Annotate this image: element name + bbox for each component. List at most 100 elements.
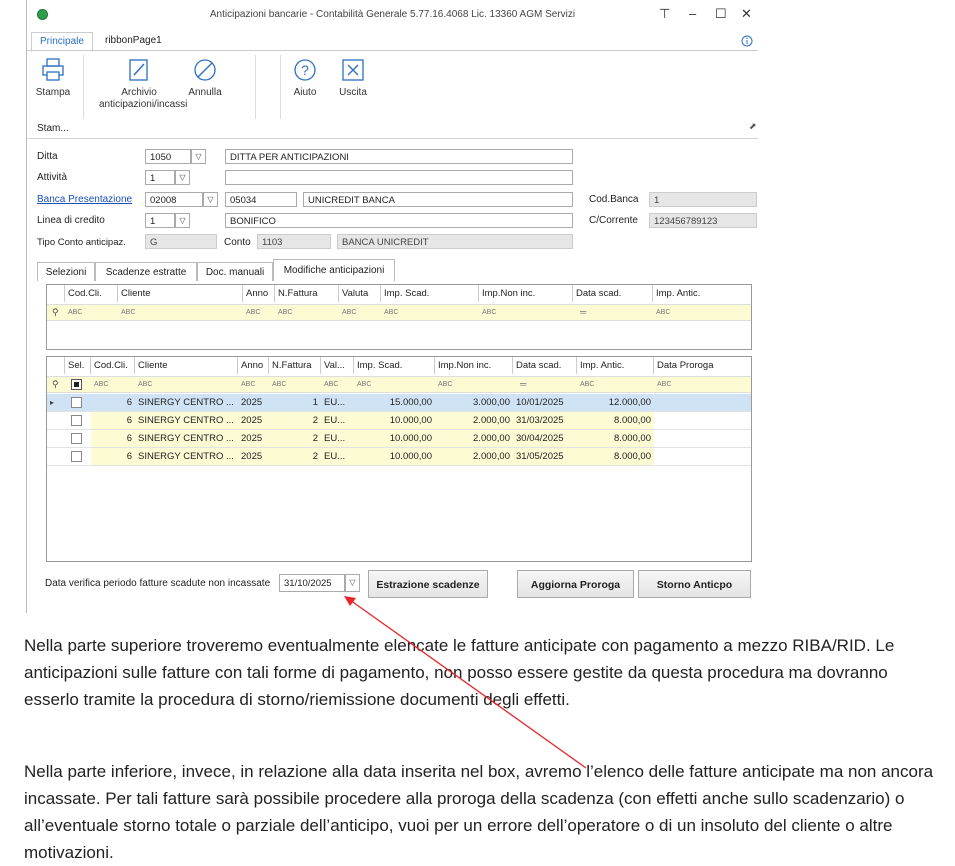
- filter-cell[interactable]: ABC: [653, 305, 670, 320]
- col-data-proroga[interactable]: Data Proroga: [654, 357, 751, 374]
- cell-cliente[interactable]: SINERGY CENTRO ...: [135, 412, 238, 429]
- annulla-button[interactable]: Annulla: [185, 57, 225, 98]
- filter-cell[interactable]: ABC: [243, 305, 260, 320]
- cell-val[interactable]: EU...: [321, 430, 354, 447]
- cell-anno[interactable]: 2025: [238, 394, 269, 411]
- filter-cell[interactable]: ABC: [135, 377, 152, 392]
- row-select-checkbox[interactable]: [71, 451, 82, 462]
- cell-nfatt[interactable]: 1: [269, 394, 321, 411]
- filter-cell[interactable]: ABC: [269, 377, 286, 392]
- cell-antic[interactable]: 8.000,00: [577, 412, 654, 429]
- restore-layout-icon[interactable]: ⊤: [659, 6, 670, 22]
- cell-proroga[interactable]: [654, 430, 751, 447]
- filter-cell[interactable]: ABC: [238, 377, 255, 392]
- cell-proroga[interactable]: [654, 394, 751, 411]
- cell-proroga[interactable]: [654, 412, 751, 429]
- col-anno[interactable]: Anno: [238, 357, 269, 374]
- cell-data[interactable]: 10/01/2025: [513, 394, 577, 411]
- ribbon-tab-ribbonpage1[interactable]: ribbonPage1: [97, 32, 170, 50]
- col-valuta[interactable]: Valuta: [339, 285, 381, 302]
- storno-anticipo-button[interactable]: Storno Anticpo: [638, 570, 751, 598]
- filter-cell[interactable]: ABC: [275, 305, 292, 320]
- row-select-checkbox[interactable]: [71, 397, 82, 408]
- col-sel[interactable]: Sel.: [65, 357, 91, 374]
- attivita-desc-input[interactable]: [225, 170, 573, 185]
- ribbon-tab-principale[interactable]: Principale: [31, 32, 93, 52]
- attivita-dropdown-icon[interactable]: ▽: [175, 170, 190, 185]
- filter-cell[interactable]: ABC: [435, 377, 452, 392]
- data-verifica-input[interactable]: 31/10/2025: [279, 574, 345, 592]
- aggiorna-proroga-button[interactable]: Aggiorna Proroga: [517, 570, 634, 598]
- aiuto-button[interactable]: ? Aiuto: [285, 57, 325, 98]
- col-imp-scad[interactable]: Imp. Scad.: [381, 285, 479, 302]
- estrazione-scadenze-button[interactable]: Estrazione scadenze: [368, 570, 488, 598]
- col-imp-non-inc[interactable]: Imp.Non inc.: [435, 357, 513, 374]
- cell-cod[interactable]: 6: [91, 394, 135, 411]
- row-select-checkbox[interactable]: [71, 415, 82, 426]
- tab-modifiche-anticipazioni[interactable]: Modifiche anticipazioni: [273, 259, 395, 281]
- table-row[interactable]: 6 SINERGY CENTRO ... 2025 2 EU... 10.000,00 2.…: [47, 448, 751, 466]
- banca-dropdown-icon[interactable]: ▽: [203, 192, 218, 207]
- archivio-button[interactable]: Archivio anticipazioni/incassi: [99, 57, 187, 111]
- filter-cell[interactable]: ABC: [354, 377, 371, 392]
- col-anno[interactable]: Anno: [243, 285, 275, 302]
- cell-cliente[interactable]: SINERGY CENTRO ...: [135, 448, 238, 465]
- col-imp-non-inc[interactable]: Imp.Non inc.: [479, 285, 573, 302]
- tab-selezioni[interactable]: Selezioni: [37, 262, 95, 281]
- col-imp-antic[interactable]: Imp. Antic.: [653, 285, 751, 302]
- linea-dropdown-icon[interactable]: ▽: [175, 213, 190, 228]
- banca-cab-input[interactable]: 05034: [225, 192, 297, 207]
- filter-cell[interactable]: ABC: [321, 377, 338, 392]
- cell-cliente[interactable]: SINERGY CENTRO ...: [135, 394, 238, 411]
- cell-nonInc[interactable]: 2.000,00: [435, 430, 513, 447]
- col-cliente[interactable]: Cliente: [135, 357, 238, 374]
- cell-nonInc[interactable]: 2.000,00: [435, 412, 513, 429]
- tab-doc-manuali[interactable]: Doc. manuali: [197, 262, 273, 281]
- table-row[interactable]: 6 SINERGY CENTRO ... 2025 2 EU... 10.000,00 2.…: [47, 412, 751, 430]
- cell-val[interactable]: EU...: [321, 412, 354, 429]
- filter-cell[interactable]: ABC: [118, 305, 135, 320]
- linea-desc-input[interactable]: BONIFICO: [225, 213, 573, 228]
- banca-code-input[interactable]: 02008: [145, 192, 203, 207]
- tab-scadenze-estratte[interactable]: Scadenze estratte: [95, 262, 197, 281]
- table-row[interactable]: ▸ 6 SINERGY CENTRO ... 2025 1 EU... 15.000,00 3…: [47, 394, 751, 412]
- col-cliente[interactable]: Cliente: [118, 285, 243, 302]
- cell-nfatt[interactable]: 2: [269, 412, 321, 429]
- date-filter-icon[interactable]: ═: [517, 377, 526, 392]
- cell-anno[interactable]: 2025: [238, 430, 269, 447]
- filter-cell[interactable]: ABC: [654, 377, 671, 392]
- filter-cell[interactable]: ABC: [381, 305, 398, 320]
- linea-credito-input[interactable]: 1: [145, 213, 175, 228]
- col-imp-antic[interactable]: Imp. Antic.: [577, 357, 654, 374]
- cell-cod[interactable]: 6: [91, 448, 135, 465]
- select-all-checkbox[interactable]: [71, 379, 82, 390]
- table-row[interactable]: 6 SINERGY CENTRO ... 2025 2 EU... 10.000,00 2.…: [47, 430, 751, 448]
- col-data-scad[interactable]: Data scad.: [513, 357, 577, 374]
- ditta-code-input[interactable]: 1050: [145, 149, 191, 164]
- col-valuta[interactable]: Val...: [321, 357, 354, 374]
- col-cod-cli[interactable]: Cod.Cli.: [65, 285, 118, 302]
- ditta-dropdown-icon[interactable]: ▽: [191, 149, 206, 164]
- col-n-fattura[interactable]: N.Fattura: [269, 357, 321, 374]
- maximize-button[interactable]: ☐: [715, 6, 727, 22]
- cell-nonInc[interactable]: 3.000,00: [435, 394, 513, 411]
- ditta-name-input[interactable]: DITTA PER ANTICIPAZIONI: [225, 149, 573, 164]
- filter-cell[interactable]: ABC: [479, 305, 496, 320]
- cell-antic[interactable]: 8.000,00: [577, 430, 654, 447]
- cell-proroga[interactable]: [654, 448, 751, 465]
- cell-imp[interactable]: 15.000,00: [354, 394, 435, 411]
- date-filter-icon[interactable]: ═: [577, 305, 586, 320]
- cell-data[interactable]: 30/04/2025: [513, 430, 577, 447]
- date-dropdown-icon[interactable]: ▽: [345, 574, 360, 592]
- filter-cell[interactable]: ABC: [339, 305, 356, 320]
- cell-anno[interactable]: 2025: [238, 412, 269, 429]
- ribbon-expand-icon[interactable]: ⬈: [749, 121, 757, 132]
- cell-nfatt[interactable]: 2: [269, 448, 321, 465]
- col-data-scad[interactable]: Data scad.: [573, 285, 653, 302]
- row-select-checkbox[interactable]: [71, 433, 82, 444]
- cell-nfatt[interactable]: 2: [269, 430, 321, 447]
- cell-data[interactable]: 31/05/2025: [513, 448, 577, 465]
- close-button[interactable]: ✕: [741, 6, 752, 22]
- info-icon[interactable]: [741, 35, 753, 47]
- cell-cod[interactable]: 6: [91, 412, 135, 429]
